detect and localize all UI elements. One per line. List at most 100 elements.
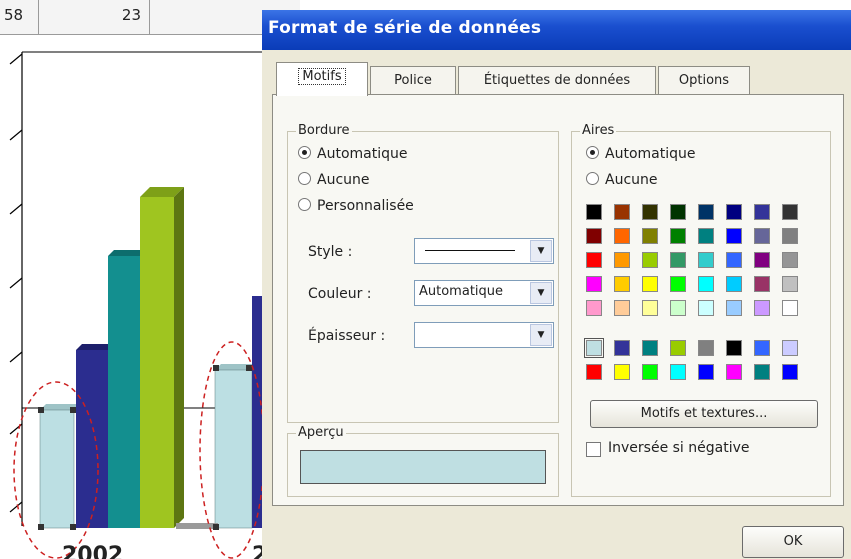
color-swatch[interactable]	[782, 300, 798, 316]
color-swatch[interactable]	[670, 252, 686, 268]
couleur-label: Couleur :	[308, 286, 372, 302]
color-swatch[interactable]	[726, 276, 742, 292]
color-swatch[interactable]	[586, 300, 602, 316]
motifs-et-textures-button[interactable]: Motifs et textures...	[590, 400, 818, 428]
color-swatch[interactable]	[782, 228, 798, 244]
color-swatch[interactable]	[782, 364, 798, 380]
color-swatch[interactable]	[698, 204, 714, 220]
tab-police[interactable]: Police	[370, 66, 456, 95]
tab-label: Motifs	[298, 68, 346, 85]
color-swatch[interactable]	[726, 340, 742, 356]
button-label: Motifs et textures...	[640, 406, 768, 421]
cell-value: 23	[121, 6, 141, 24]
selected-color-swatch[interactable]	[584, 338, 604, 358]
checkbox-box[interactable]	[586, 442, 601, 457]
cell[interactable]: 23	[39, 0, 150, 34]
color-swatch[interactable]	[642, 228, 658, 244]
color-swatch[interactable]	[726, 204, 742, 220]
chart[interactable]: 2002 2	[0, 34, 300, 559]
radio-dot	[298, 146, 311, 159]
color-swatch[interactable]	[782, 340, 798, 356]
color-swatch[interactable]	[754, 300, 770, 316]
bar-group-2	[214, 296, 266, 529]
color-swatch[interactable]	[642, 364, 658, 380]
color-swatch[interactable]	[698, 276, 714, 292]
color-swatch[interactable]	[642, 340, 658, 356]
cell[interactable]: 58	[0, 0, 39, 34]
color-swatch[interactable]	[586, 228, 602, 244]
color-swatch[interactable]	[698, 340, 714, 356]
color-swatch[interactable]	[586, 276, 602, 292]
color-swatch[interactable]	[614, 276, 630, 292]
color-swatch[interactable]	[754, 340, 770, 356]
tab-panel: Bordure Automatique Aucune Personnalisée…	[272, 94, 844, 506]
ok-button[interactable]: OK	[742, 526, 844, 558]
dialog-titlebar[interactable]: Format de série de données	[262, 10, 851, 50]
color-swatch[interactable]	[726, 252, 742, 268]
tab-motifs[interactable]: Motifs	[276, 62, 368, 96]
color-swatch[interactable]	[754, 252, 770, 268]
color-swatch[interactable]	[586, 252, 602, 268]
epaisseur-select[interactable]: ▼	[414, 322, 554, 348]
color-swatch[interactable]	[586, 364, 602, 380]
bordure-radio-aucune[interactable]: Aucune	[298, 172, 370, 188]
bar-series-4	[140, 197, 174, 528]
style-select[interactable]: ▼	[414, 238, 554, 264]
color-swatch[interactable]	[670, 300, 686, 316]
tab-options[interactable]: Options	[658, 66, 750, 95]
color-swatch[interactable]	[642, 204, 658, 220]
chevron-down-icon[interactable]: ▼	[530, 324, 552, 346]
color-swatch[interactable]	[726, 228, 742, 244]
color-swatch[interactable]	[642, 252, 658, 268]
couleur-value: Automatique	[419, 284, 504, 299]
color-swatch[interactable]	[670, 204, 686, 220]
color-swatch[interactable]	[782, 276, 798, 292]
color-swatch[interactable]	[698, 364, 714, 380]
color-swatch[interactable]	[670, 364, 686, 380]
tab-label: Étiquettes de données	[483, 73, 631, 88]
color-swatch[interactable]	[614, 252, 630, 268]
color-swatch[interactable]	[698, 228, 714, 244]
cell-value: 58	[4, 6, 24, 24]
bordure-radio-automatique[interactable]: Automatique	[298, 146, 407, 162]
radio-label: Personnalisée	[317, 198, 414, 214]
color-swatch[interactable]	[754, 364, 770, 380]
aires-group: Aires Automatique Aucune Motifs et textu…	[571, 123, 831, 497]
color-swatch[interactable]	[586, 204, 602, 220]
color-swatch[interactable]	[670, 340, 686, 356]
radio-dot	[298, 172, 311, 185]
color-swatch[interactable]	[698, 300, 714, 316]
aires-radio-aucune[interactable]: Aucune	[586, 172, 658, 188]
couleur-select[interactable]: Automatique ▼	[414, 280, 554, 306]
inversee-label: Inversée si négative	[608, 440, 750, 456]
style-label: Style :	[308, 244, 353, 260]
color-swatch[interactable]	[782, 252, 798, 268]
color-swatch[interactable]	[614, 300, 630, 316]
chevron-down-icon[interactable]: ▼	[530, 282, 552, 304]
color-swatch[interactable]	[642, 276, 658, 292]
color-swatch[interactable]	[754, 276, 770, 292]
color-swatch[interactable]	[782, 204, 798, 220]
tab-etiquettes[interactable]: Étiquettes de données	[458, 66, 656, 95]
color-swatch[interactable]	[614, 228, 630, 244]
color-swatch[interactable]	[698, 252, 714, 268]
color-swatch[interactable]	[614, 340, 630, 356]
bar-side	[174, 187, 184, 528]
color-swatch[interactable]	[726, 300, 742, 316]
radio-label: Aucune	[317, 172, 370, 188]
bar-group-2002	[39, 187, 184, 529]
color-swatch[interactable]	[614, 204, 630, 220]
bordure-radio-personnalisee[interactable]: Personnalisée	[298, 198, 414, 214]
bar-series-1	[39, 409, 75, 529]
bar-series-3	[108, 256, 142, 528]
color-swatch[interactable]	[614, 364, 630, 380]
color-swatch[interactable]	[754, 204, 770, 220]
color-swatch[interactable]	[670, 228, 686, 244]
chevron-down-icon[interactable]: ▼	[530, 240, 552, 262]
color-swatch[interactable]	[754, 228, 770, 244]
color-swatch[interactable]	[726, 364, 742, 380]
aires-radio-automatique[interactable]: Automatique	[586, 146, 695, 162]
color-swatch[interactable]	[670, 276, 686, 292]
color-swatch[interactable]	[642, 300, 658, 316]
button-label: OK	[783, 534, 803, 549]
